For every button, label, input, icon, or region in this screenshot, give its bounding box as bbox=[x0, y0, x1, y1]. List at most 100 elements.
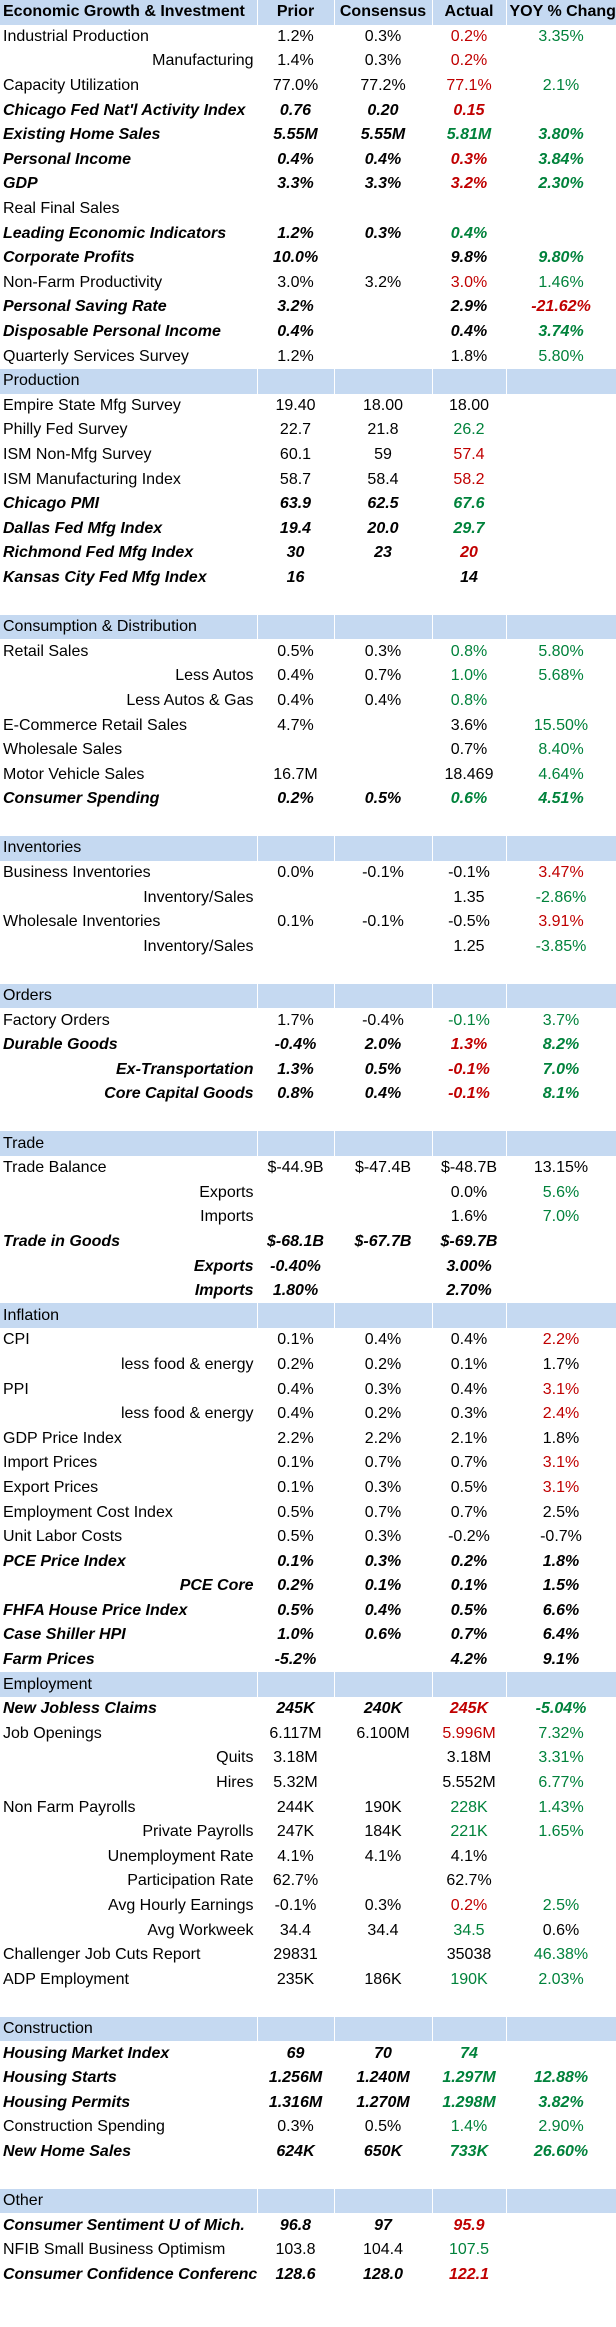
consensus-value: 21.8 bbox=[334, 418, 433, 443]
section-filler bbox=[334, 1303, 433, 1329]
yoy-change-value: 3.82% bbox=[506, 2090, 616, 2116]
actual-value: 0.4% bbox=[432, 1328, 507, 1353]
yoy-change-value: 8.2% bbox=[506, 1032, 616, 1058]
yoy-change-value: 3.7% bbox=[506, 1008, 616, 1033]
section-title: Inflation bbox=[0, 1303, 258, 1329]
prior-value: 0.8% bbox=[257, 1082, 335, 1107]
empty-cell bbox=[257, 811, 335, 837]
indicator-label: ADP Employment bbox=[0, 1967, 258, 1993]
indicator-row: Avg Hourly Earnings -0.1% 0.3% 0.2% 2.5% bbox=[0, 1893, 616, 1919]
section-filler bbox=[506, 2016, 616, 2042]
consensus-value: 0.4% bbox=[334, 688, 433, 714]
indicator-label: Core Capital Goods bbox=[0, 1082, 258, 1107]
prior-value: 3.18M bbox=[257, 1746, 335, 1771]
actual-value: 0.1% bbox=[432, 1574, 507, 1599]
prior-value: 0.3% bbox=[257, 2115, 335, 2140]
section-header-row: Inflation bbox=[0, 1303, 616, 1329]
indicator-label: Inventory/Sales bbox=[0, 934, 258, 960]
prior-value: 62.7% bbox=[257, 1869, 335, 1894]
consensus-value: 0.3% bbox=[334, 1549, 433, 1574]
indicator-row: Quits 3.18M 3.18M 3.31% bbox=[0, 1746, 616, 1771]
yoy-change-value bbox=[506, 1254, 616, 1279]
section-filler bbox=[257, 2016, 335, 2042]
indicator-row: Export Prices 0.1% 0.3% 0.5% 3.1% bbox=[0, 1475, 616, 1501]
spacer-row bbox=[0, 590, 616, 615]
consensus-value: 18.00 bbox=[334, 393, 433, 419]
actual-value: 1.25 bbox=[432, 934, 507, 960]
indicator-row: ADP Employment 235K 186K 190K 2.03% bbox=[0, 1967, 616, 1993]
header-yoy: YOY % Change bbox=[506, 0, 616, 25]
yoy-change-value: -0.7% bbox=[506, 1524, 616, 1550]
empty-cell bbox=[334, 1106, 433, 1132]
yoy-change-value: 8.1% bbox=[506, 1082, 616, 1107]
indicator-label: FHFA House Price Index bbox=[0, 1598, 258, 1624]
indicator-row: GDP 3.3% 3.3% 3.2% 2.30% bbox=[0, 172, 616, 197]
indicator-label: Personal Saving Rate bbox=[0, 295, 258, 320]
indicator-label: Import Prices bbox=[0, 1451, 258, 1476]
consensus-value: $-47.4B bbox=[334, 1155, 433, 1181]
indicator-label: Business Inventories bbox=[0, 860, 258, 886]
indicator-label: less food & energy bbox=[0, 1352, 258, 1378]
indicator-row: Employment Cost Index 0.5% 0.7% 0.7% 2.5% bbox=[0, 1500, 616, 1525]
yoy-change-value: 9.1% bbox=[506, 1647, 616, 1673]
prior-value: 0.4% bbox=[257, 147, 335, 173]
consensus-value: 128.0 bbox=[334, 2262, 433, 2288]
actual-value: 0.7% bbox=[432, 1623, 507, 1648]
consensus-value: 58.4 bbox=[334, 467, 433, 492]
indicator-label: Private Payrolls bbox=[0, 1819, 258, 1845]
prior-value: 1.316M bbox=[257, 2090, 335, 2116]
prior-value: -0.40% bbox=[257, 1254, 335, 1279]
section-header-row: Inventories bbox=[0, 836, 616, 861]
indicator-row: less food & energy 0.2% 0.2% 0.1% 1.7% bbox=[0, 1352, 616, 1378]
prior-value: -5.2% bbox=[257, 1647, 335, 1673]
consensus-value: 3.3% bbox=[334, 172, 433, 197]
table-body: Economic Growth & Investment Prior Conse… bbox=[0, 0, 616, 2288]
indicator-row: Retail Sales 0.5% 0.3% 0.8% 5.80% bbox=[0, 639, 616, 665]
indicator-label: Philly Fed Survey bbox=[0, 418, 258, 443]
prior-value: 103.8 bbox=[257, 2238, 335, 2263]
section-filler bbox=[506, 836, 616, 861]
prior-value: 0.4% bbox=[257, 1401, 335, 1427]
indicator-label: CPI bbox=[0, 1328, 258, 1353]
indicator-label: Richmond Fed Mfg Index bbox=[0, 541, 258, 566]
actual-value: $-69.7B bbox=[432, 1229, 507, 1255]
prior-value: 60.1 bbox=[257, 442, 335, 468]
prior-value: 3.3% bbox=[257, 172, 335, 197]
header-actual: Actual bbox=[432, 0, 507, 25]
indicator-row: Avg Workweek 34.4 34.4 34.5 0.6% bbox=[0, 1918, 616, 1943]
consensus-value: 0.4% bbox=[334, 1328, 433, 1353]
indicator-row: Construction Spending 0.3% 0.5% 1.4% 2.90% bbox=[0, 2115, 616, 2140]
yoy-change-value: 0.6% bbox=[506, 1918, 616, 1943]
indicator-row: ISM Non-Mfg Survey 60.1 59 57.4 bbox=[0, 442, 616, 468]
prior-value: 19.40 bbox=[257, 393, 335, 419]
section-filler bbox=[334, 983, 433, 1009]
empty-cell bbox=[257, 1992, 335, 2017]
prior-value bbox=[257, 737, 335, 763]
prior-value bbox=[257, 1205, 335, 1230]
yoy-change-value: 9.80% bbox=[506, 245, 616, 271]
prior-value: $-68.1B bbox=[257, 1229, 335, 1255]
indicator-label: Consumer Spending bbox=[0, 787, 258, 812]
section-header-row: Construction bbox=[0, 2016, 616, 2042]
indicator-label: Challenger Job Cuts Report bbox=[0, 1942, 258, 1968]
indicator-label: Avg Workweek bbox=[0, 1918, 258, 1943]
empty-cell bbox=[506, 1992, 616, 2017]
actual-value: 1.3% bbox=[432, 1032, 507, 1058]
consensus-value bbox=[334, 1254, 433, 1279]
consensus-value: 184K bbox=[334, 1819, 433, 1845]
yoy-change-value bbox=[506, 565, 616, 591]
section-filler bbox=[334, 614, 433, 640]
yoy-change-value bbox=[506, 196, 616, 222]
consensus-value: 5.55M bbox=[334, 122, 433, 148]
section-title: Inventories bbox=[0, 836, 258, 861]
empty-cell bbox=[257, 2164, 335, 2189]
section-filler bbox=[506, 1131, 616, 1156]
yoy-change-value: 2.03% bbox=[506, 1967, 616, 1993]
prior-value: 77.0% bbox=[257, 73, 335, 99]
actual-value: 0.0% bbox=[432, 1180, 507, 1206]
indicator-label: Quits bbox=[0, 1746, 258, 1771]
prior-value: 63.9 bbox=[257, 491, 335, 517]
consensus-value: 0.5% bbox=[334, 1057, 433, 1083]
actual-value: 4.2% bbox=[432, 1647, 507, 1673]
actual-value: 0.2% bbox=[432, 1549, 507, 1574]
